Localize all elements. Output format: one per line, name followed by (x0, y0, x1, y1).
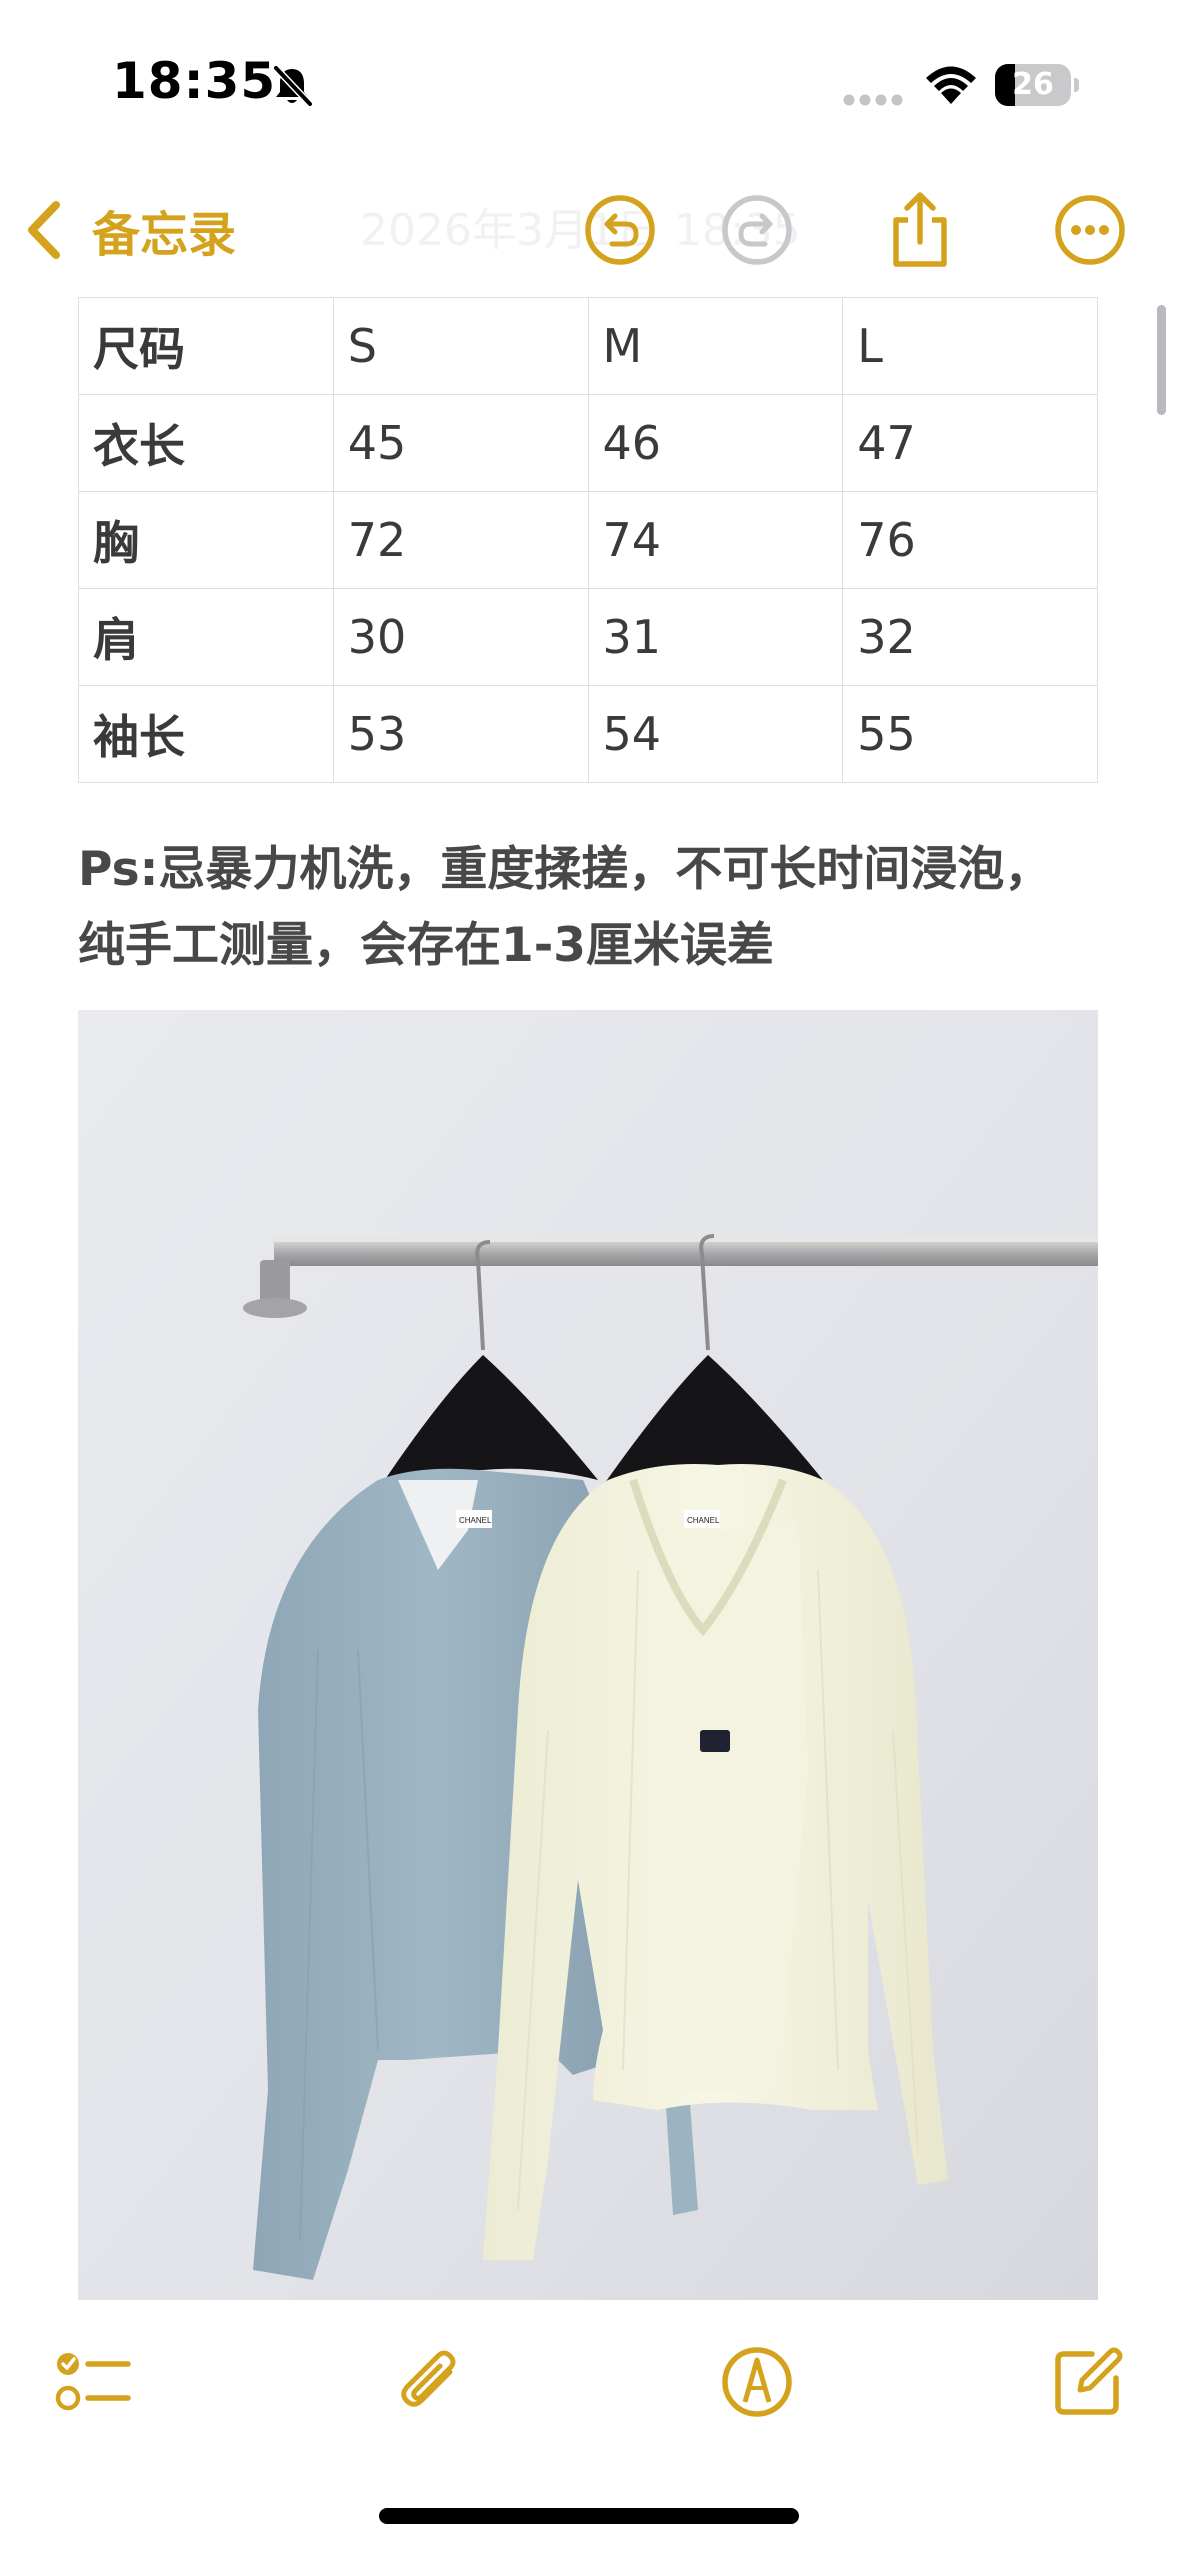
attachment-button[interactable] (390, 2342, 470, 2422)
checklist-icon (55, 2353, 131, 2411)
status-bar: 18:35 26 (0, 0, 1179, 160)
undo-button[interactable] (580, 190, 660, 270)
compose-button[interactable] (1048, 2342, 1128, 2422)
table-cell: 72 (332, 491, 589, 589)
back-label: 备忘录 (92, 207, 237, 263)
bottom-toolbar (0, 2300, 1179, 2556)
table-row-label: 肩 (78, 588, 334, 686)
table-cell: 47 (842, 394, 1098, 492)
table-row-label: 衣长 (78, 394, 334, 492)
cellular-signal-icon (843, 94, 903, 106)
home-indicator[interactable] (379, 2508, 799, 2524)
share-button[interactable] (880, 190, 960, 270)
cardigans-on-rack-image: CHANEL CHANEL (78, 1010, 1098, 2300)
markup-button[interactable] (717, 2342, 797, 2422)
bell-off-icon (273, 65, 313, 107)
table-cell: 55 (842, 685, 1098, 783)
note-line: Ps:忌暴力机洗，重度揉搓，不可长时间浸泡， (78, 842, 1052, 897)
garment-label-left: CHANEL (459, 1516, 492, 1525)
table-row: 衣长 45 46 47 (78, 394, 1098, 492)
more-icon (1055, 195, 1125, 265)
table-header-row: 尺码 S M L (78, 297, 1098, 395)
table-row: 肩 30 31 32 (78, 588, 1098, 686)
battery-indicator: 26 (995, 64, 1079, 106)
table-row-label: 袖长 (78, 685, 334, 783)
note-line: 纯手工测量，会存在1-3厘米误差 (78, 918, 774, 973)
table-cell: 31 (587, 588, 844, 686)
attachment-icon (401, 2350, 456, 2407)
table-cell: 54 (587, 685, 844, 783)
table-cell: 76 (842, 491, 1098, 589)
table-cell: 32 (842, 588, 1098, 686)
redo-icon (722, 195, 792, 265)
table-cell: 53 (332, 685, 589, 783)
garment-label-right: CHANEL (687, 1516, 720, 1525)
table-header-cell: M (587, 297, 844, 395)
table-header-cell: S (332, 297, 589, 395)
table-header-cell: L (842, 297, 1098, 395)
more-button[interactable] (1050, 190, 1130, 270)
table-row: 袖长 53 54 55 (78, 685, 1098, 783)
battery-level: 26 (1012, 67, 1054, 102)
wifi-icon (926, 66, 976, 104)
scroll-indicator[interactable] (1157, 305, 1166, 415)
undo-icon (585, 195, 655, 265)
chevron-left-icon (28, 201, 60, 259)
back-button[interactable]: 备忘录 (22, 190, 236, 270)
table-cell: 74 (587, 491, 844, 589)
table-cell: 30 (332, 588, 589, 686)
note-body-text[interactable]: Ps:忌暴力机洗，重度揉搓，不可长时间浸泡， 纯手工测量，会存在1-3厘米误差 (78, 832, 1118, 984)
compose-icon (1055, 2347, 1123, 2415)
table-row: 胸 72 74 76 (78, 491, 1098, 589)
table-cell: 46 (587, 394, 844, 492)
share-icon (893, 192, 947, 267)
redo-button[interactable] (717, 190, 797, 270)
checklist-button[interactable] (52, 2342, 132, 2422)
markup-icon (722, 2347, 792, 2417)
table-row-label: 胸 (78, 491, 334, 589)
table-cell: 45 (332, 394, 589, 492)
product-photo[interactable]: CHANEL CHANEL (78, 1010, 1098, 2300)
status-time: 18:35 (112, 52, 277, 110)
table-header-cell: 尺码 (78, 297, 334, 395)
nav-bar: 2026年3月1日 18:35 备忘录 (0, 160, 1179, 300)
size-table: 尺码 S M L 衣长 45 46 47 胸 72 74 76 肩 30 31 … (78, 297, 1098, 783)
